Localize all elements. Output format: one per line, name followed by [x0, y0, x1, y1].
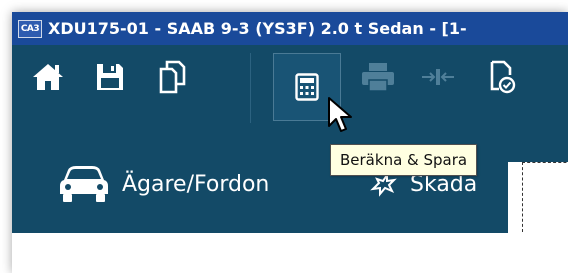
toolbar — [12, 45, 568, 132]
print-button[interactable] — [356, 55, 400, 99]
tab-owner-vehicle-label: Ägare/Fordon — [122, 171, 270, 197]
app-window: CA3 XDU175-01 - SAAB 9-3 (YS3F) 2.0 t Se… — [12, 12, 568, 273]
content-area — [12, 233, 568, 273]
tooltip: Beräkna & Spara — [330, 144, 478, 176]
save-button[interactable] — [88, 55, 132, 99]
document-check-icon — [490, 60, 516, 94]
calculator-icon — [295, 73, 319, 101]
home-icon — [33, 64, 63, 90]
title-bar: CA3 XDU175-01 - SAAB 9-3 (YS3F) 2.0 t Se… — [12, 12, 568, 45]
home-button[interactable] — [26, 55, 70, 99]
compare-button[interactable] — [416, 55, 460, 99]
document-check-button[interactable] — [480, 55, 524, 99]
tab-owner-vehicle[interactable]: Ägare/Fordon — [58, 164, 269, 204]
copy-button[interactable] — [150, 55, 194, 99]
window-title: XDU175-01 - SAAB 9-3 (YS3F) 2.0 t Sedan … — [48, 19, 467, 38]
printer-icon — [362, 63, 394, 92]
copy-documents-icon — [159, 60, 186, 94]
tab-bar: Ägare/Fordon Skada — [12, 132, 568, 233]
floppy-disk-icon — [97, 64, 123, 90]
car-icon — [60, 166, 108, 202]
app-icon: CA3 — [18, 19, 42, 38]
mouse-pointer-icon — [328, 97, 352, 132]
compare-arrows-icon — [422, 69, 454, 85]
focus-outline — [522, 162, 568, 232]
toolbar-separator — [250, 53, 251, 123]
